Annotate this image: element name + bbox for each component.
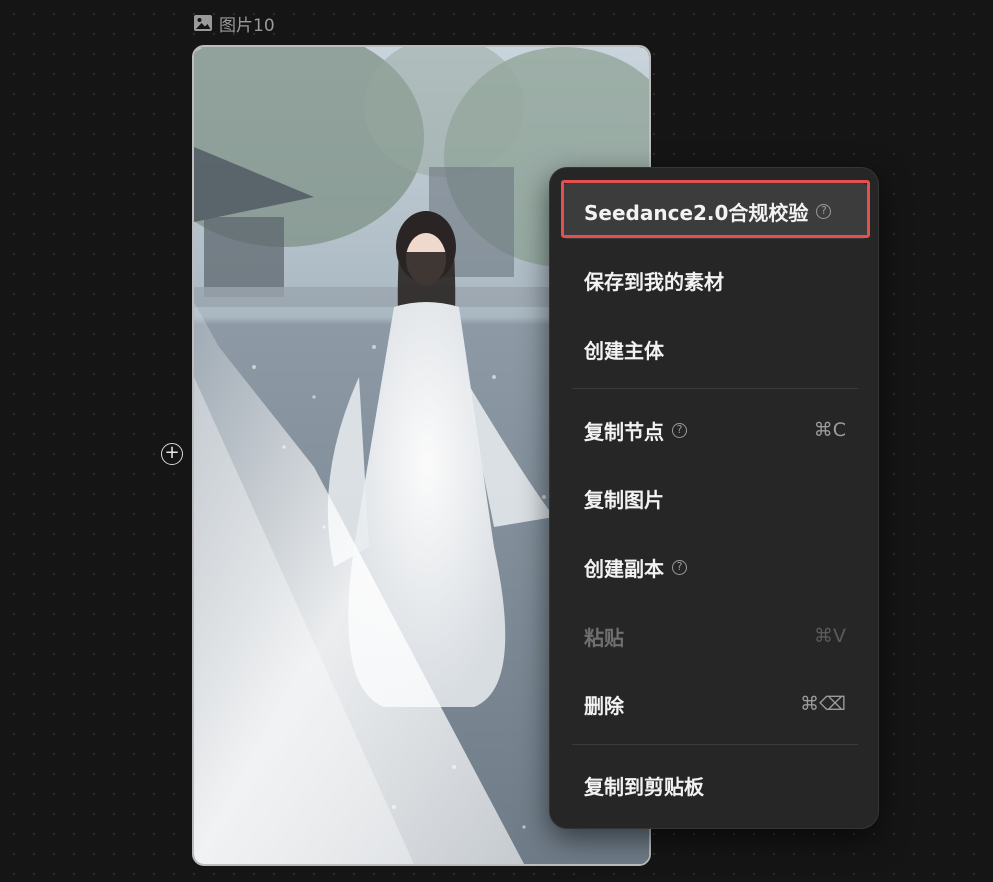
image-icon [194, 15, 212, 31]
menu-item-paste: 粘贴 ⌘V [562, 608, 868, 664]
plus-circle-icon: + [164, 442, 180, 463]
menu-item-label: Seedance2.0合规校验 [584, 200, 809, 225]
menu-item-label: 创建主体 [584, 338, 664, 363]
node-title: 图片10 [219, 15, 275, 36]
menu-item-label: 粘贴 [584, 625, 624, 650]
menu-item-seedance-compliance-check[interactable]: Seedance2.0合规校验 ? [562, 183, 868, 239]
node-header: 图片10 [193, 12, 275, 36]
shortcut-label: ⌘C [813, 419, 846, 441]
menu-divider [572, 388, 858, 389]
shortcut-label: ⌘⌫ [800, 693, 846, 715]
help-icon[interactable]: ? [672, 422, 687, 438]
menu-item-label: 复制到剪贴板 [584, 774, 704, 799]
help-icon[interactable]: ? [672, 559, 687, 575]
menu-item-save-to-my-assets[interactable]: 保存到我的素材 [562, 252, 868, 308]
menu-item-copy-image[interactable]: 复制图片 [562, 470, 868, 526]
menu-item-create-subject[interactable]: 创建主体 [562, 321, 868, 377]
menu-item-copy-node[interactable]: 复制节点 ? ⌘C [562, 402, 868, 458]
shortcut-label: ⌘V [814, 625, 846, 647]
menu-item-label: 创建副本 [584, 556, 664, 581]
menu-item-label: 复制节点 [584, 419, 664, 444]
menu-item-create-duplicate[interactable]: 创建副本 ? [562, 539, 868, 595]
add-connection-button[interactable]: + [161, 443, 183, 465]
menu-item-label: 保存到我的素材 [584, 269, 724, 294]
menu-item-copy-to-clipboard[interactable]: 复制到剪贴板 [562, 757, 868, 813]
context-menu: Seedance2.0合规校验 ? 保存到我的素材 创建主体 复制节点 ? ⌘C… [549, 167, 879, 829]
menu-divider [572, 744, 858, 745]
menu-item-label: 复制图片 [584, 487, 664, 512]
help-icon[interactable]: ? [816, 203, 832, 219]
menu-item-delete[interactable]: 删除 ⌘⌫ [562, 676, 868, 732]
menu-item-label: 删除 [584, 693, 624, 718]
